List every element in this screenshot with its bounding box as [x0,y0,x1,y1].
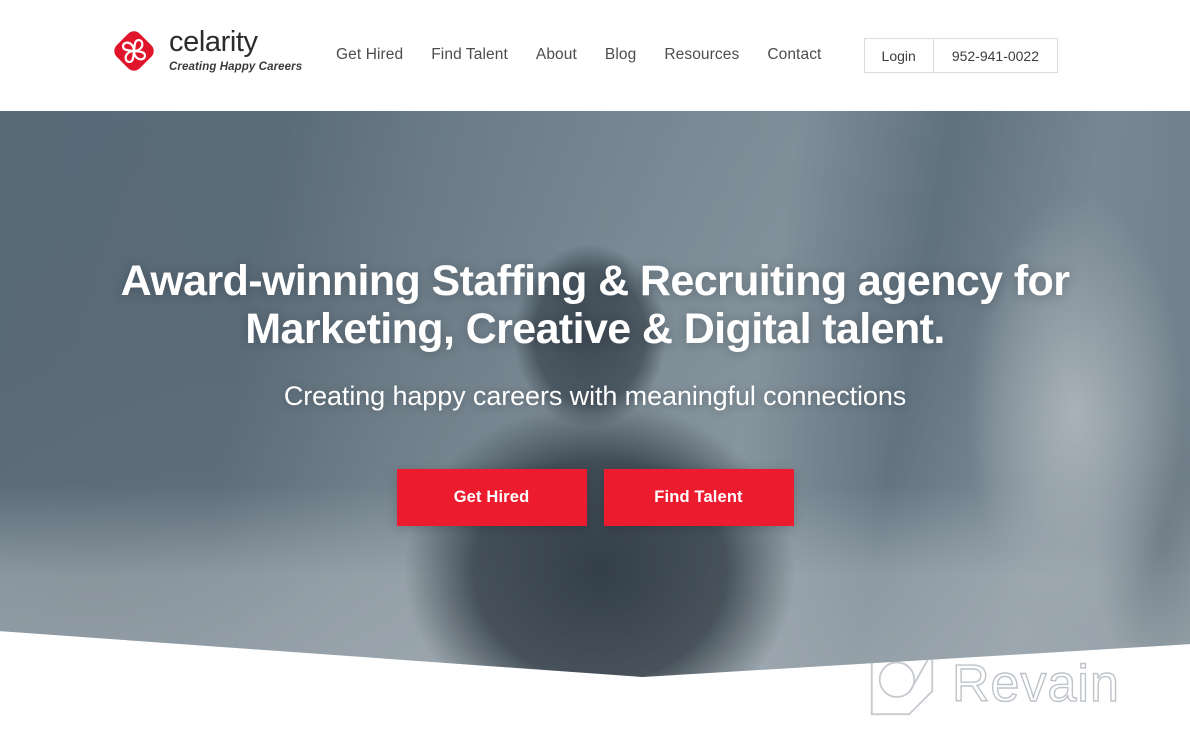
nav-item-contact[interactable]: Contact [767,46,821,64]
nav-item-get-hired[interactable]: Get Hired [336,46,431,64]
brand-tagline: Creating Happy Careers [169,61,303,74]
nav-item-resources[interactable]: Resources [664,46,767,64]
brand-text-block: celarity Creating Happy Careers [169,28,302,74]
nav-item-blog[interactable]: Blog [605,46,664,64]
hero-cta-group: Get Hired Find Talent [396,469,794,527]
site-header: celarity Creating Happy Careers Get Hire… [0,0,1190,111]
phone-number-button[interactable]: 952-941-0022 [932,39,1057,72]
hero-heading: Award-winning Staffing & Recruiting agen… [120,257,1070,354]
hero-subheading: Creating happy careers with meaningful c… [283,381,907,412]
nav-item-about[interactable]: About [536,46,605,64]
hero-find-talent-button[interactable]: Find Talent [603,469,794,527]
nav-item-find-talent[interactable]: Find Talent [431,46,536,64]
brand-name: celarity [169,26,258,59]
hero-get-hired-button[interactable]: Get Hired [396,469,587,527]
revain-watermark-text: Revain [951,655,1120,713]
header-action-group: Login 952-941-0022 [863,38,1058,73]
hero-section: Award-winning Staffing & Recruiting agen… [0,111,1190,677]
main-navigation: Get Hired Find Talent About Blog Resourc… [336,46,821,64]
login-button[interactable]: Login [865,39,933,72]
celarity-diamond-logo-icon [114,31,154,71]
brand-logo-link[interactable]: celarity Creating Happy Careers [110,27,302,75]
page-root: celarity Creating Happy Careers Get Hire… [0,0,1190,753]
hero-content: Award-winning Staffing & Recruiting agen… [0,111,1190,677]
